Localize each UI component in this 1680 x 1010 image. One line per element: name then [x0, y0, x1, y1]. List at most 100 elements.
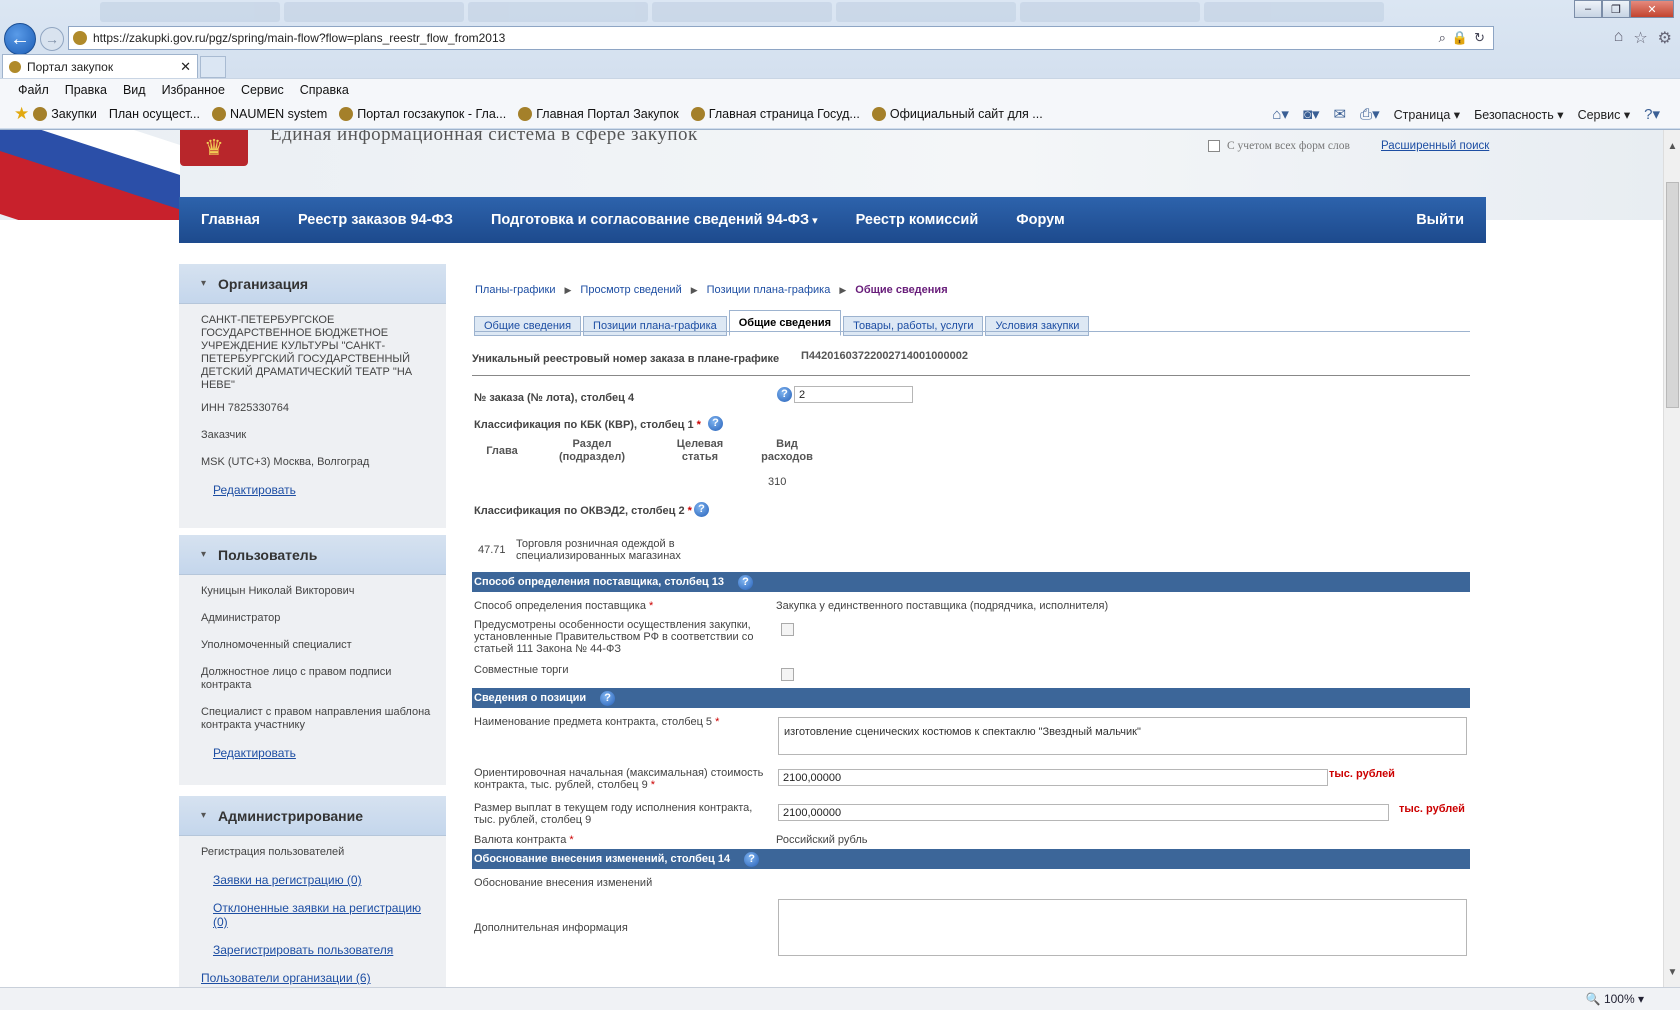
favorite-link[interactable]: NAUMEN system: [212, 107, 327, 121]
zoom-level[interactable]: 🔍 100% ▾: [1586, 992, 1644, 1006]
menu-item-favorites[interactable]: Избранное: [162, 83, 225, 97]
minimize-button[interactable]: –: [1574, 0, 1602, 18]
menu-item-file[interactable]: Файл: [18, 83, 49, 97]
scroll-up-icon[interactable]: ▲: [1664, 138, 1680, 155]
sidebar-header-user[interactable]: ▾ Пользователь: [179, 535, 446, 575]
all-forms-checkbox[interactable]: [1208, 140, 1220, 152]
tab-close-icon[interactable]: ✕: [180, 59, 197, 75]
registration-requests-link[interactable]: Заявки на регистрацию (0): [213, 873, 434, 887]
nav-home[interactable]: Главная: [201, 212, 260, 228]
advanced-search-link[interactable]: Расширенный поиск: [1381, 140, 1489, 152]
breadcrumb-link[interactable]: Позиции плана-графика: [707, 284, 831, 296]
sidebar-header-admin[interactable]: ▾ Администрирование: [179, 796, 446, 836]
favorite-link[interactable]: Закупки: [33, 107, 97, 121]
mail-icon[interactable]: ✉: [1334, 105, 1347, 123]
page-menu[interactable]: Страница ▾: [1394, 107, 1460, 122]
favorite-link[interactable]: Главная Портал Закупок: [518, 107, 679, 121]
search-icon[interactable]: ⌕: [1439, 30, 1446, 46]
help-icon[interactable]: ?▾: [1644, 105, 1660, 123]
lock-icon[interactable]: 🔒: [1452, 30, 1468, 46]
payment-input[interactable]: 2100,00000: [778, 804, 1389, 821]
kbk-col-chapter: Глава: [486, 445, 518, 457]
breadcrumb-link[interactable]: Просмотр сведений: [580, 284, 681, 296]
extra-info-label: Дополнительная информация: [474, 922, 628, 934]
background-window-tabs: [100, 2, 1540, 26]
favorite-link[interactable]: Официальный сайт для ...: [871, 107, 1043, 121]
service-menu[interactable]: Сервис ▾: [1578, 107, 1631, 122]
favorite-icon: [339, 107, 354, 121]
special-conditions-checkbox[interactable]: [781, 623, 794, 636]
menu-item-view[interactable]: Вид: [123, 83, 146, 97]
logout-button[interactable]: Выйти: [1416, 212, 1464, 228]
tab-plan-positions[interactable]: Позиции плана-графика: [583, 316, 727, 336]
breadcrumb-link[interactable]: Планы-графики: [475, 284, 556, 296]
tab-goods-works[interactable]: Товары, работы, услуги: [843, 316, 984, 336]
org-users-link[interactable]: Пользователи организации (6): [201, 971, 434, 985]
scrollbar-thumb[interactable]: [1666, 182, 1679, 408]
favorite-link[interactable]: Главная страница Госуд...: [690, 107, 860, 121]
nav-preparation[interactable]: Подготовка и согласование сведений 94-ФЗ: [491, 212, 818, 228]
tab-general-info[interactable]: Общие сведения: [474, 316, 582, 336]
nav-commissions[interactable]: Реестр комиссий: [856, 212, 979, 228]
rejected-requests-link[interactable]: Отклоненные заявки на регистрацию (0): [213, 901, 434, 929]
restore-button[interactable]: ❐: [1602, 0, 1630, 18]
help-icon[interactable]: ?: [694, 502, 709, 517]
nav-forum[interactable]: Форум: [1016, 212, 1065, 228]
search-option[interactable]: С учетом всех форм слов: [1208, 140, 1350, 152]
tab-purchase-terms[interactable]: Условия закупки: [985, 316, 1090, 336]
favorite-link[interactable]: План осущест...: [109, 107, 200, 121]
menu-bar: Файл Правка Вид Избранное Сервис Справка: [0, 78, 1680, 100]
subject-textarea[interactable]: изготовление сценических костюмов к спек…: [778, 717, 1467, 755]
sidebar-organization: ▾ Организация САНКТ-ПЕТЕРБУРГСКОЕ ГОСУДА…: [179, 264, 446, 528]
kbk-expense-value: 310: [768, 476, 787, 488]
refresh-icon[interactable]: ↻: [1474, 30, 1485, 46]
user-role: Должностное лицо с правом подписи контра…: [201, 666, 392, 691]
help-icon[interactable]: ?: [777, 387, 792, 402]
print-icon[interactable]: ⎙▾: [1360, 105, 1380, 123]
back-button[interactable]: ←: [4, 23, 36, 55]
lot-number-label: № заказа (№ лота), столбец 4: [474, 392, 635, 404]
help-icon[interactable]: ?: [738, 574, 753, 590]
rss-icon[interactable]: ◙▾: [1303, 105, 1320, 123]
menu-item-help[interactable]: Справка: [300, 83, 349, 97]
org-edit-link[interactable]: Редактировать: [213, 483, 434, 497]
lot-number-input[interactable]: 2: [794, 386, 913, 403]
address-bar[interactable]: https://zakupki.gov.ru/pgz/spring/main-f…: [68, 26, 1494, 50]
chevron-down-icon: ▾: [201, 549, 207, 560]
org-inn: ИНН 7825330764: [201, 402, 290, 414]
menu-item-edit[interactable]: Правка: [65, 83, 107, 97]
help-icon[interactable]: ?: [600, 690, 616, 706]
extra-info-textarea[interactable]: [778, 899, 1467, 956]
sidebar-header-organization[interactable]: ▾ Организация: [179, 264, 446, 304]
subject-label: Наименование предмета контракта, столбец…: [474, 716, 720, 728]
scroll-down-icon[interactable]: ▼: [1664, 964, 1680, 981]
price-input[interactable]: 2100,00000: [778, 769, 1328, 786]
favorites-star-icon[interactable]: ☆: [1633, 28, 1647, 48]
new-tab-button[interactable]: [200, 56, 226, 78]
close-window-button[interactable]: ✕: [1630, 0, 1674, 18]
breadcrumb: Планы-графики ▶ Просмотр сведений ▶ Пози…: [475, 284, 948, 296]
nav-orders-registry[interactable]: Реестр заказов 94-ФЗ: [298, 212, 453, 228]
all-forms-label: С учетом всех форм слов: [1227, 140, 1350, 152]
forward-button[interactable]: →: [40, 27, 64, 51]
favorite-link[interactable]: Портал госзакупок - Гла...: [339, 107, 506, 121]
browser-tab[interactable]: Портал закупок ✕: [2, 54, 198, 78]
help-icon[interactable]: ?: [708, 416, 723, 431]
main-navigation: Главная Реестр заказов 94-ФЗ Подготовка …: [179, 197, 1486, 243]
price-unit: тыс. рублей: [1329, 768, 1395, 780]
gear-icon[interactable]: ⚙: [1658, 28, 1672, 48]
tab-favicon-icon: [9, 60, 21, 73]
address-url[interactable]: https://zakupki.gov.ru/pgz/spring/main-f…: [93, 31, 1439, 45]
user-edit-link[interactable]: Редактировать: [213, 746, 434, 760]
favorites-star-icon[interactable]: ★: [14, 104, 29, 124]
vertical-scrollbar[interactable]: ▲ ▼: [1663, 130, 1680, 987]
help-icon[interactable]: ?: [744, 851, 760, 867]
okved-code: 47.71: [478, 544, 506, 556]
joint-tender-checkbox[interactable]: [781, 668, 794, 681]
menu-item-tools[interactable]: Сервис: [241, 83, 284, 97]
register-user-link[interactable]: Зарегистрировать пользователя: [213, 943, 434, 957]
tab-position-general[interactable]: Общие сведения: [728, 310, 842, 336]
home-icon[interactable]: ⌂▾: [1272, 105, 1289, 123]
security-menu[interactable]: Безопасность ▾: [1474, 107, 1564, 122]
home-icon[interactable]: ⌂: [1614, 28, 1624, 48]
